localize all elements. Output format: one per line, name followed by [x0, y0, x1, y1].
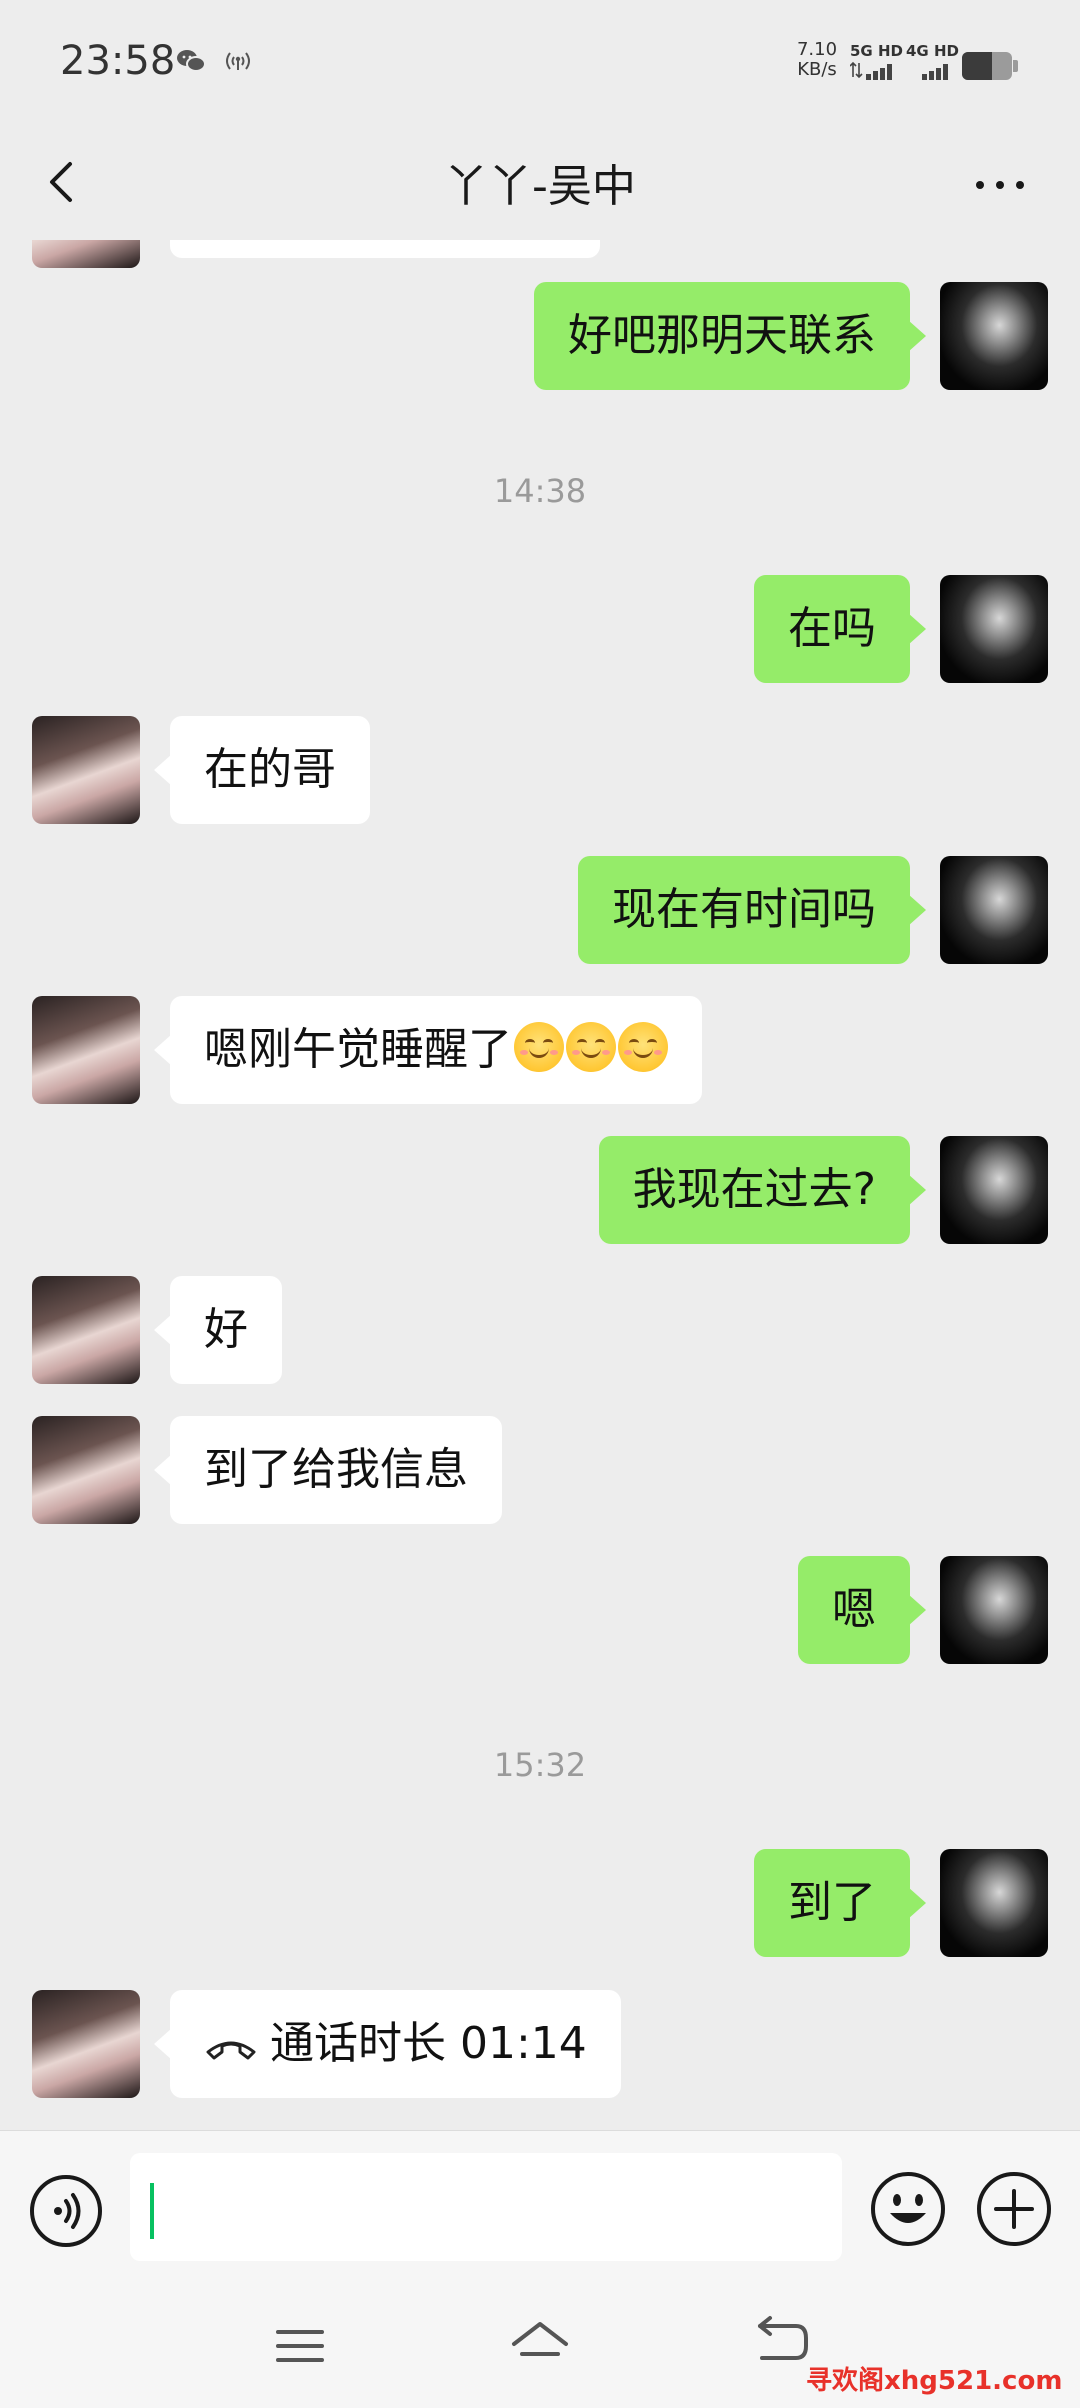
sim2-signal: 4G HD	[906, 42, 960, 82]
contact-avatar[interactable]	[32, 1990, 140, 2098]
my-avatar[interactable]	[940, 575, 1048, 683]
message-bubble-incoming[interactable]: 好	[154, 1276, 282, 1384]
smiling-face-emoji	[566, 1022, 616, 1072]
message-bubble-partial[interactable]	[170, 240, 600, 258]
contact-avatar[interactable]	[32, 1276, 140, 1384]
message-bubble-outgoing[interactable]: 我现在过去?	[598, 1136, 927, 1244]
sim1-signal: 5G HD	[850, 42, 904, 82]
voice-icon[interactable]	[28, 2173, 104, 2249]
hotspot-icon	[226, 52, 250, 70]
message-bubble-outgoing[interactable]: 到了	[754, 1849, 926, 1957]
net-speed-unit: KB/s	[797, 59, 837, 80]
menu-icon[interactable]	[272, 2318, 328, 2374]
text-caret	[150, 2183, 154, 2239]
message-bubble-incoming[interactable]: 在的哥	[154, 716, 370, 824]
net-speed-value: 7.10	[796, 39, 838, 60]
plus-icon[interactable]	[974, 2169, 1054, 2249]
message-bubble-outgoing[interactable]: 在吗	[754, 575, 926, 683]
home-icon[interactable]	[508, 2314, 572, 2374]
message-bubble-incoming[interactable]: 嗯刚午觉睡醒了	[154, 996, 702, 1104]
more-icon[interactable]	[970, 170, 1030, 200]
message-bubble-outgoing[interactable]: 好吧那明天联系	[534, 282, 926, 390]
contact-avatar[interactable]	[32, 716, 140, 824]
watermark: 寻欢阁xhg521.com	[806, 2366, 1063, 2396]
phone-hangup-icon	[206, 2041, 256, 2060]
status-time: 23:58	[60, 38, 176, 84]
back-icon[interactable]	[40, 152, 80, 212]
message-bubble-outgoing[interactable]: 嗯	[798, 1556, 926, 1664]
my-avatar[interactable]	[940, 856, 1048, 964]
status-bar: 23:58 7.10 KB/s 5G HD 4G HD	[0, 0, 1080, 130]
net-speed: 7.10 KB/s	[792, 40, 842, 80]
message-input[interactable]	[130, 2153, 842, 2261]
message-text: 嗯刚午觉睡醒了	[204, 1024, 512, 1075]
timestamp: 15:32	[493, 1746, 587, 1784]
sim1-label: 5G HD	[850, 42, 903, 60]
message-list[interactable]: 好吧那明天联系 14:38 在吗 在的哥 现在有时间吗 嗯刚午觉睡醒了 我现在过…	[0, 240, 1080, 2130]
my-avatar[interactable]	[940, 1849, 1048, 1957]
input-bar	[0, 2130, 1080, 2288]
my-avatar[interactable]	[940, 1556, 1048, 1664]
emoji-icon[interactable]	[868, 2169, 948, 2249]
chat-title: 丫丫-吴中	[444, 161, 636, 212]
my-avatar[interactable]	[940, 282, 1048, 390]
wechat-icon	[177, 50, 206, 72]
back-nav-icon[interactable]	[752, 2314, 812, 2370]
signal-icon	[850, 61, 892, 80]
signal-icon	[922, 64, 948, 80]
call-duration-text: 通话时长 01:14	[270, 2018, 587, 2069]
contact-avatar[interactable]	[32, 240, 140, 268]
chat-header: 丫丫-吴中	[0, 130, 1080, 240]
message-bubble-outgoing[interactable]: 现在有时间吗	[578, 856, 926, 964]
contact-avatar[interactable]	[32, 996, 140, 1104]
my-avatar[interactable]	[940, 1136, 1048, 1244]
sim2-label: 4G HD	[906, 42, 959, 60]
smiling-face-emoji	[618, 1022, 668, 1072]
battery-level	[962, 52, 992, 80]
battery-icon	[962, 52, 1018, 80]
message-bubble-incoming[interactable]: 到了给我信息	[154, 1416, 502, 1524]
call-record-bubble[interactable]: 通话时长 01:14	[154, 1990, 621, 2098]
timestamp: 14:38	[493, 472, 587, 510]
system-navigation-bar: 寻欢阁xhg521.com	[0, 2288, 1080, 2408]
smiling-face-emoji	[514, 1022, 564, 1072]
contact-avatar[interactable]	[32, 1416, 140, 1524]
